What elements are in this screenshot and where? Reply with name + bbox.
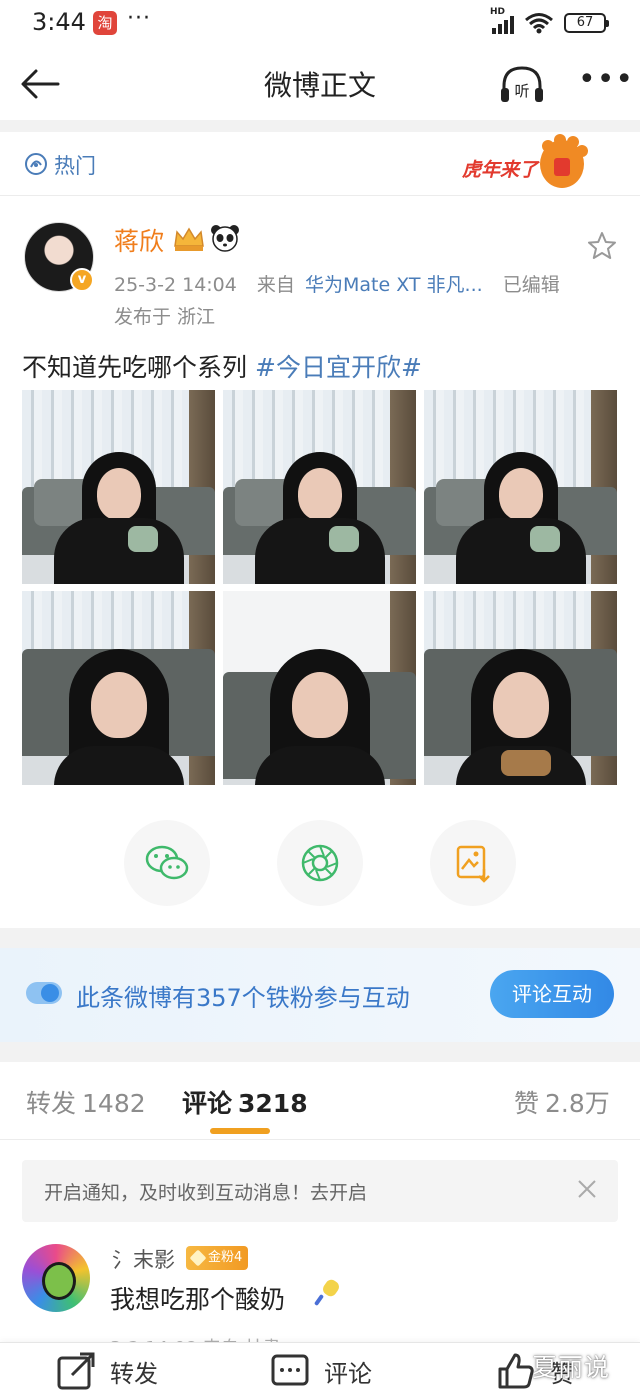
tab-reposts-count: 1482 [82,1089,146,1118]
battery-icon: 67 [564,13,609,33]
post-meta: 25-3-2 14:04 来自 华为Mate XT 非凡... 已编辑 [114,270,560,297]
comment-label: 评论 [324,1359,372,1388]
popsicle-emoji-icon [314,1279,339,1306]
divider [0,120,640,132]
edited-label[interactable]: 已编辑 [503,274,560,296]
tab-comments-count: 3218 [238,1089,308,1118]
save-image-button[interactable] [430,820,516,906]
share-moments-button[interactable] [277,820,363,906]
fans-banner-text: 此条微博有357个铁粉参与互动 [76,984,410,1012]
listen-headphones-icon[interactable]: 听 [498,62,546,106]
notification-prompt-text: 开启通知，及时收到互动消息！去开启 [44,1182,368,1204]
tiger-year-badge-icon[interactable]: 虎年来了 [462,134,590,194]
share-row [0,820,640,908]
photo-thumbnail[interactable] [22,390,215,584]
wifi-icon [525,13,553,34]
photo-thumbnail[interactable] [223,591,416,785]
more-options-button[interactable]: ••• [578,62,633,106]
status-bar: 3:44 淘 ··· HD 67 [0,0,640,48]
panda-icon [211,225,239,252]
photo-thumbnail[interactable] [424,390,617,584]
tab-comments-label: 评论 [182,1089,233,1118]
tab-likes-count: 2.8万 [545,1089,610,1118]
photo-thumbnail[interactable] [424,591,617,785]
hot-topic-icon [25,153,47,175]
status-time: 3:44 [32,8,86,36]
watermark: 夏丽说 [532,1353,611,1382]
source-prefix: 来自 [256,274,295,296]
divider [0,928,640,948]
thumbs-up-icon [498,1353,534,1389]
listen-label: 听 [514,82,529,100]
hot-label: 热门 [54,154,96,178]
photo-thumbnail[interactable] [223,390,416,584]
interaction-tabs: 转发 1482 评论 3218 赞 2.8万 [0,1062,640,1140]
tab-reposts-label: 转发 [26,1089,77,1118]
repost-icon [57,1352,95,1390]
verified-badge-icon: v [70,268,94,292]
comment-text: 我想吃那个酸奶 [110,1285,286,1314]
comment-button[interactable]: 评论 [270,1351,372,1391]
notification-prompt[interactable]: 开启通知，及时收到互动消息！去开启 [22,1160,618,1222]
repost-label: 转发 [110,1359,158,1388]
commenter-name[interactable]: 氵末影 [112,1244,175,1274]
fans-interaction-banner: 此条微博有357个铁粉参与互动 评论互动 [0,948,640,1042]
commenter-avatar[interactable] [22,1244,90,1312]
share-wechat-button[interactable] [124,820,210,906]
hot-bar[interactable]: 热门 虎年来了 [0,132,640,196]
save-image-icon [456,845,490,883]
crown-icon [174,227,204,251]
nav-bar: 微博正文 听 ••• [0,48,640,120]
fans-toggle-icon [26,982,62,1004]
network-type-label: HD [490,7,506,17]
tab-comments[interactable]: 评论 3218 [182,1084,308,1120]
signal-icon: HD [490,7,514,34]
post-location: 发布于 浙江 [114,306,216,328]
post-source[interactable]: 华为Mate XT 非凡... [305,274,483,296]
taobao-app-icon: 淘 [93,11,117,35]
weibo-post: v 蒋欣 25-3-2 14:04 来自 华为Mate XT 非凡... 已编辑… [0,196,640,928]
fan-level-badge: 金粉4 [186,1246,249,1270]
comment-item: 氵末影 金粉4 我想吃那个酸奶 3-2 14:08 来自 甘肃 [0,1236,640,1359]
post-body: 不知道先吃哪个系列 [22,353,248,382]
favorite-star-icon[interactable] [586,230,618,262]
moments-icon [301,844,339,882]
tab-likes-label: 赞 [514,1089,540,1118]
notification-dots: ··· [127,6,151,31]
badge-text: 虎年来了 [462,159,540,181]
post-text: 不知道先吃哪个系列 #今日宜开欣# [22,348,422,384]
repost-button[interactable]: 转发 [56,1351,158,1391]
status-indicators: HD 67 [490,7,609,34]
active-tab-indicator [210,1128,270,1134]
post-date: 25-3-2 14:04 [114,274,237,296]
wechat-icon [145,845,189,880]
divider [0,1042,640,1062]
author-name[interactable]: 蒋欣 [114,222,164,258]
comment-interact-button[interactable]: 评论互动 [490,970,614,1018]
comment-icon [271,1354,309,1386]
tab-reposts[interactable]: 转发 1482 [26,1084,146,1120]
tab-likes[interactable]: 赞 2.8万 [514,1084,610,1120]
photo-thumbnail[interactable] [22,591,215,785]
hashtag-link[interactable]: #今日宜开欣# [255,353,422,382]
photo-grid [22,390,618,785]
close-icon[interactable] [574,1176,600,1202]
